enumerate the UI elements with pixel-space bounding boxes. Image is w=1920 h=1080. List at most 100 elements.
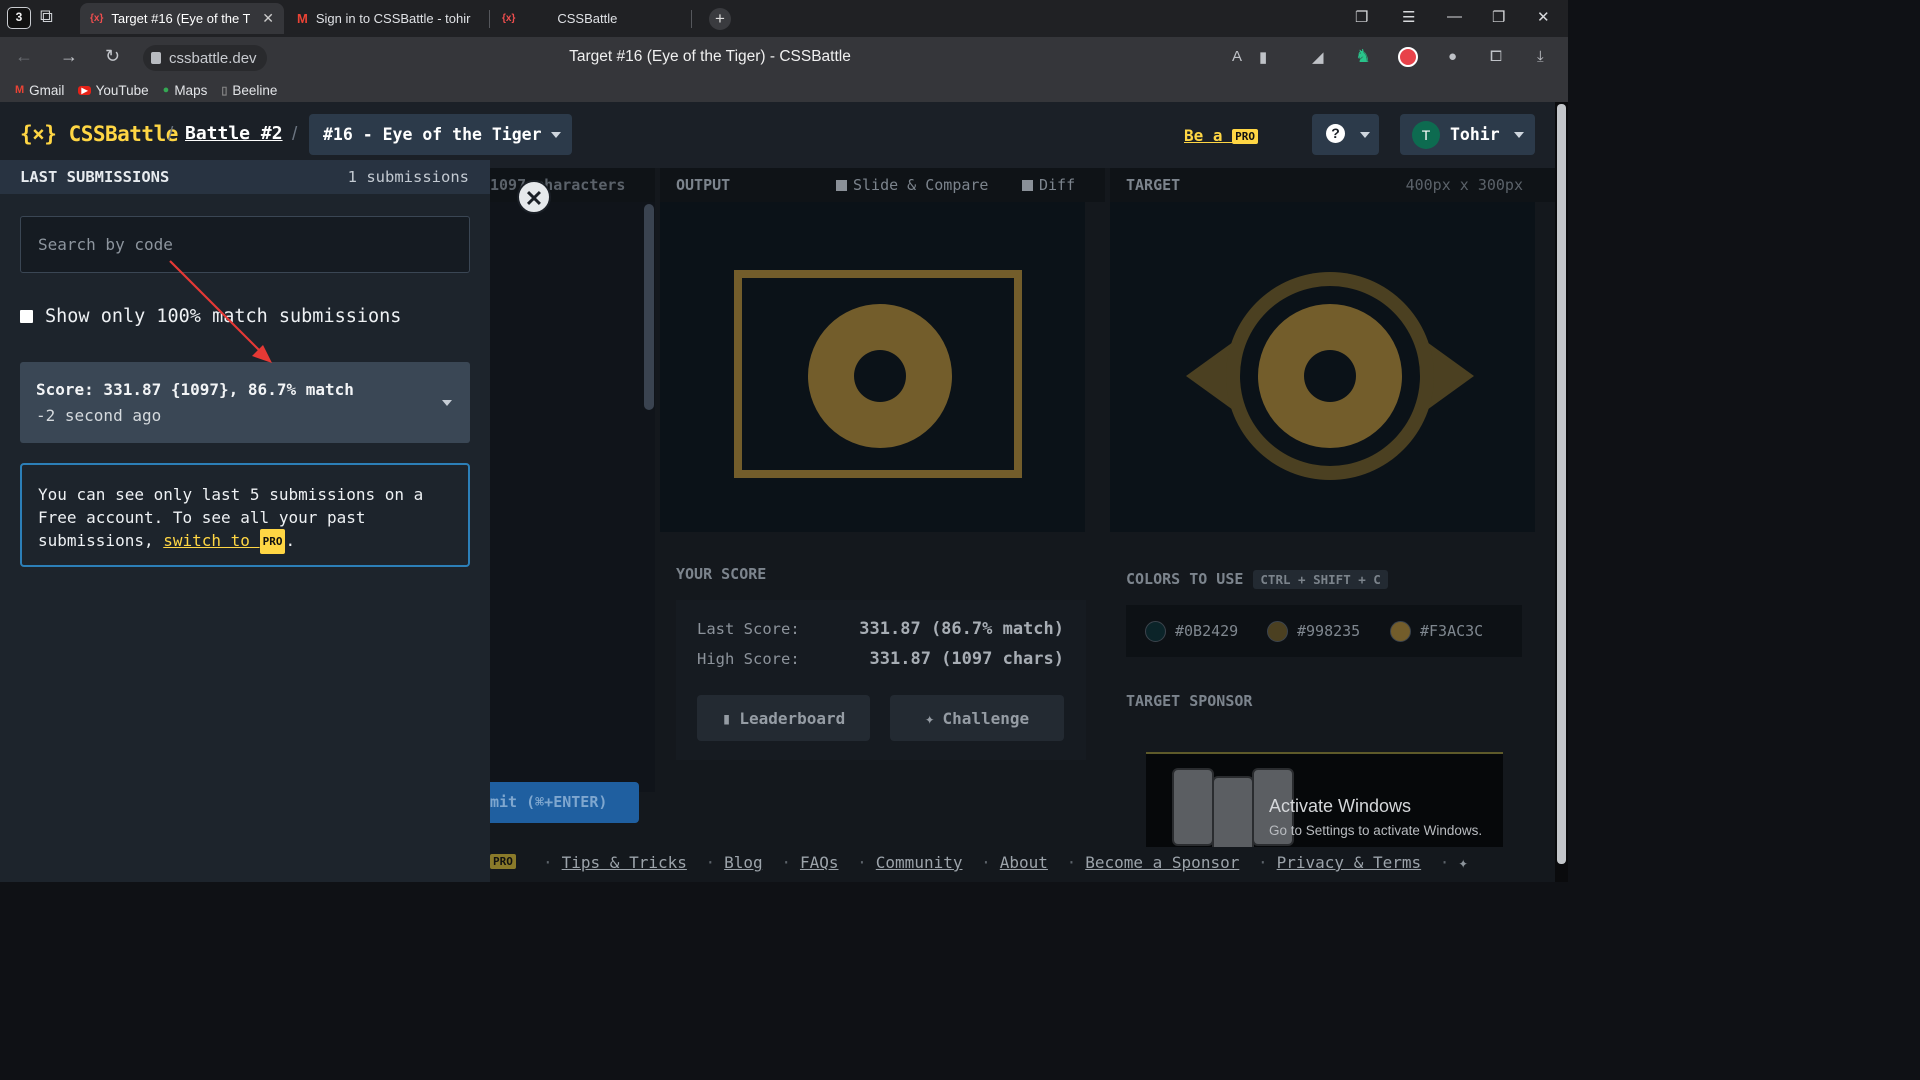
page-scrollbar-thumb[interactable] <box>1557 104 1566 864</box>
dino-extension-icon[interactable]: ♞ <box>1355 46 1371 67</box>
footer-sponsor-link[interactable]: Become a Sponsor <box>1085 853 1239 872</box>
eraser-extension-icon[interactable]: ◢ <box>1312 48 1324 66</box>
puzzle-icon[interactable]: ⧠ <box>1490 48 1502 65</box>
question-icon: ? <box>1326 124 1345 143</box>
high-score-value: 331.87 (1097 chars) <box>869 649 1064 669</box>
translate-icon[interactable]: A <box>1232 48 1242 65</box>
diff-toggle[interactable]: Diff <box>1022 176 1075 194</box>
user-name: Tohir <box>1450 125 1500 144</box>
target-select-label: #16 - Eye of the Tiger <box>323 125 542 144</box>
editor-header: 1097 characters <box>490 168 655 202</box>
activate-windows-title: Activate Windows <box>1269 796 1412 816</box>
new-tab-button[interactable]: + <box>709 8 731 30</box>
tab-sign-in[interactable]: M Sign in to CSSBattle - tohir <box>287 3 485 34</box>
extension-icon[interactable]: ● <box>1448 48 1457 65</box>
checkbox-icon <box>1022 180 1033 191</box>
colors-title-label: COLORS TO USE <box>1126 570 1244 588</box>
tab-title: Target #16 (Eye of the Ti <box>111 11 251 26</box>
output-canvas[interactable] <box>660 202 1085 532</box>
submission-score: Score: 331.87 {1097}, 86.7% match <box>36 380 354 399</box>
menu-icon[interactable]: ☰ <box>1402 8 1415 26</box>
slide-compare-toggle[interactable]: Slide & Compare <box>836 176 988 194</box>
target-select[interactable]: #16 - Eye of the Tiger <box>309 114 572 155</box>
footer-pro-badge[interactable]: PRO <box>490 851 516 870</box>
battle-link[interactable]: Battle #2 <box>185 123 283 144</box>
chevron-down-icon[interactable] <box>442 400 452 406</box>
maps-pin-icon: ● <box>162 84 170 96</box>
cssbattle-logo[interactable]: {×} CSSBattle <box>20 122 178 146</box>
switch-to-pro-link[interactable]: switch to PRO <box>163 529 286 554</box>
be-a-pro-link[interactable]: Be a PRO <box>1184 126 1259 145</box>
chevron-down-icon <box>1514 132 1524 138</box>
checkbox-icon[interactable] <box>20 310 33 323</box>
footer-faqs-link[interactable]: FAQs <box>800 853 839 872</box>
target-title: TARGET <box>1126 176 1181 194</box>
tab-title: CSSBattle <box>557 11 618 26</box>
close-tab-icon[interactable]: ✕ <box>262 10 274 27</box>
user-menu-button[interactable]: T Tohir <box>1400 114 1535 155</box>
color-swatch[interactable] <box>1267 621 1288 642</box>
color-swatch[interactable] <box>1390 621 1411 642</box>
twitter-icon: ✦ <box>924 708 935 728</box>
leaderboard-button[interactable]: ▮ Leaderboard <box>697 695 870 741</box>
minimize-icon[interactable]: — <box>1447 8 1462 25</box>
search-by-code-input[interactable] <box>20 216 470 273</box>
youtube-icon: ▶ <box>78 85 91 95</box>
bookmark-label: Beeline <box>232 82 278 98</box>
close-window-icon[interactable]: ✕ <box>1537 8 1550 26</box>
footer-tips-link[interactable]: Tips & Tricks <box>562 853 687 872</box>
your-score-title: YOUR SCORE <box>676 565 767 583</box>
close-drawer-button[interactable]: ✕ <box>517 180 551 214</box>
address-bar: ← → ↻ cssbattle.dev Target #16 (Eye of t… <box>0 37 1568 78</box>
color-hex[interactable]: #F3AC3C <box>1420 622 1483 640</box>
be-a-label: Be a <box>1184 126 1223 145</box>
footer: PRO · Tips & Tricks · Blog · FAQs · Communit… <box>490 851 1555 882</box>
pro-badge: PRO <box>1232 129 1259 144</box>
color-swatch[interactable] <box>1145 621 1166 642</box>
challenge-label: Challenge <box>942 708 1030 728</box>
color-hex[interactable]: #0B2429 <box>1175 622 1238 640</box>
free-account-notice: You can see only last 5 submissions on a… <box>20 463 470 567</box>
color-hex[interactable]: #998235 <box>1297 622 1360 640</box>
cssbattle-favicon-icon: {x} <box>90 13 104 24</box>
footer-blog-link[interactable]: Blog <box>724 853 763 872</box>
switch-to-label: switch to <box>163 531 250 550</box>
submit-button[interactable]: mit (⌘+ENTER) <box>490 782 639 823</box>
full-match-filter[interactable]: Show only 100% match submissions <box>20 306 401 327</box>
char-count: 1097 characters <box>490 176 626 194</box>
bookmark-youtube[interactable]: ▶ YouTube <box>78 82 149 98</box>
bookmark-icon[interactable]: ▮ <box>1259 48 1267 66</box>
restore-icon[interactable]: ❐ <box>1492 8 1505 26</box>
bookmark-beeline[interactable]: ▯ Beeline <box>221 83 277 98</box>
drawer-header: LAST SUBMISSIONS 1 submissions <box>0 160 490 194</box>
bookmark-gmail[interactable]: M Gmail <box>15 83 64 98</box>
target-canvas[interactable] <box>1110 202 1535 532</box>
collections-icon[interactable]: ❐ <box>1355 8 1368 26</box>
last-score-value: 331.87 (86.7% match) <box>859 619 1064 639</box>
colors-card: #0B2429 #998235 #F3AC3C <box>1126 605 1522 657</box>
bookmark-label: Gmail <box>29 82 65 98</box>
bookmarks-bar: M Gmail ▶ YouTube ● Maps ▯ Beeline <box>0 78 1568 102</box>
tab-target-16[interactable]: {x} Target #16 (Eye of the Ti ✕ <box>80 3 284 34</box>
pro-badge: PRO <box>490 854 516 869</box>
challenge-button[interactable]: ✦ Challenge <box>890 695 1064 741</box>
tab-title: Sign in to CSSBattle - tohir <box>315 11 471 26</box>
download-icon[interactable]: ⤓ <box>1537 48 1544 65</box>
phone-image <box>1172 768 1214 846</box>
help-button[interactable]: ? <box>1312 114 1379 155</box>
record-extension-icon[interactable] <box>1398 47 1418 67</box>
editor-scrollbar[interactable] <box>644 204 654 410</box>
bookmark-maps[interactable]: ● Maps <box>163 83 208 98</box>
workspaces-icon[interactable]: ⧉ <box>40 6 53 27</box>
code-editor[interactable] <box>490 202 655 792</box>
slide-compare-label: Slide & Compare <box>853 176 989 194</box>
tab-count-button[interactable]: 3 <box>7 7 31 29</box>
twitter-icon[interactable]: ✦ <box>1458 853 1468 872</box>
footer-about-link[interactable]: About <box>1000 853 1048 872</box>
footer-privacy-link[interactable]: Privacy & Terms <box>1277 853 1422 872</box>
submission-item[interactable]: Score: 331.87 {1097}, 86.7% match -2 sec… <box>20 362 470 443</box>
output-title: OUTPUT <box>676 176 731 194</box>
footer-community-link[interactable]: Community <box>876 853 963 872</box>
tab-cssbattle[interactable]: {x} CSSBattle <box>492 3 687 34</box>
bookmark-label: YouTube <box>95 82 149 98</box>
